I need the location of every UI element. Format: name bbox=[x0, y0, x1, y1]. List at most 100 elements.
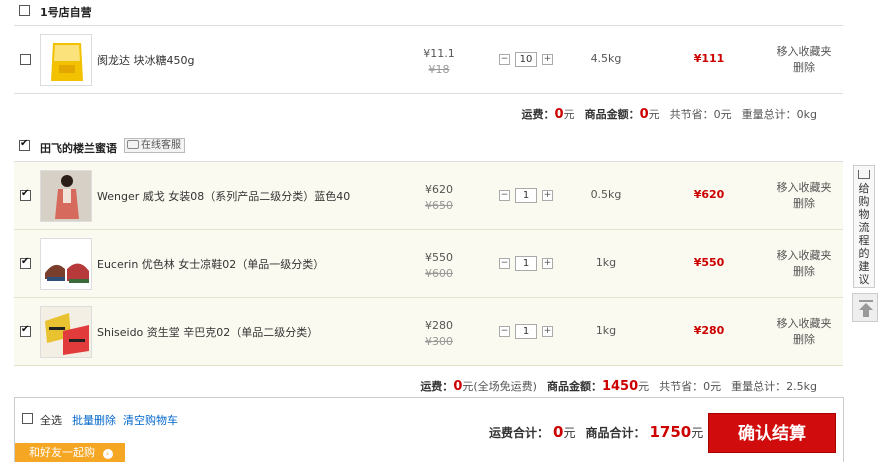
batch-delete-link[interactable]: 批量删除 bbox=[72, 412, 116, 428]
yuan-unit: 元 bbox=[638, 380, 650, 393]
product-name[interactable]: Wenger 威戈 女装08（系列产品二级分类）蓝色40 bbox=[97, 188, 350, 204]
shop-checkbox[interactable] bbox=[19, 138, 30, 151]
shop-title: 1号店自营 bbox=[40, 6, 92, 19]
amount-label: 商品金额： bbox=[546, 380, 602, 393]
freight-total-value: 0 bbox=[553, 423, 564, 441]
delete-link[interactable]: 删除 bbox=[774, 332, 834, 348]
weight-total-label: 重量总计： bbox=[741, 108, 797, 121]
weight-total-value: 0kg bbox=[796, 108, 817, 121]
product-name[interactable]: Shiseido 资生堂 辛巴克02（单品二级分类） bbox=[97, 324, 318, 340]
saved-value: 0元 bbox=[713, 108, 732, 121]
arrow-up-icon bbox=[859, 300, 873, 317]
qty-input[interactable]: 1 bbox=[515, 324, 537, 339]
amount-label: 商品金额： bbox=[584, 108, 640, 121]
qty-minus-button[interactable]: − bbox=[499, 326, 510, 337]
invite-label: 和好友一起购 bbox=[29, 446, 95, 459]
shop-summary: 运费：0元 商品金额：0元 共节省：0元 重量总计：0kg bbox=[522, 106, 817, 122]
product-image[interactable] bbox=[40, 306, 92, 358]
qty-input[interactable]: 1 bbox=[515, 256, 537, 271]
goods-total-label: 商品合计： bbox=[585, 426, 646, 440]
chat-icon bbox=[127, 140, 139, 149]
cart-totals: 运费合计： 0元 商品合计： 1750元 bbox=[489, 423, 703, 441]
cart-row: Shiseido 资生堂 辛巴克02（单品二级分类） ¥280 ¥300 − 1… bbox=[14, 298, 843, 366]
current-price: ¥550 bbox=[425, 251, 453, 264]
move-to-favorites-link[interactable]: 移入收藏夹 bbox=[774, 44, 834, 60]
confirm-checkout-button[interactable]: 确认结算 bbox=[708, 413, 836, 453]
yuan-unit: 元 bbox=[691, 426, 704, 440]
item-ops: 移入收藏夹 删除 bbox=[774, 316, 834, 348]
qty-plus-button[interactable]: + bbox=[542, 190, 553, 201]
item-ops: 移入收藏夹 删除 bbox=[774, 180, 834, 212]
shop-checkbox[interactable] bbox=[19, 5, 30, 16]
freight-total-label: 运费合计： bbox=[489, 426, 550, 440]
goods-total-value: 1750 bbox=[649, 423, 692, 441]
product-name[interactable]: 阂龙达 块冰糖450g bbox=[97, 52, 194, 68]
move-to-favorites-link[interactable]: 移入收藏夹 bbox=[774, 180, 834, 196]
saved-label: 共节省： bbox=[669, 108, 714, 121]
qty-input[interactable]: 1 bbox=[515, 188, 537, 203]
move-to-favorites-link[interactable]: 移入收藏夹 bbox=[774, 248, 834, 264]
amount-value: 0 bbox=[639, 107, 649, 122]
price-block: ¥550 ¥600 bbox=[419, 250, 459, 282]
qty-plus-button[interactable]: + bbox=[542, 258, 553, 269]
weight-total-value: 2.5kg bbox=[786, 380, 817, 393]
cart-row: Eucerin 优色林 女士凉鞋02（单品一级分类） ¥550 ¥600 − 1… bbox=[14, 230, 843, 298]
shop-title: 田飞的楼兰蜜语 bbox=[40, 142, 117, 155]
item-ops: 移入收藏夹 删除 bbox=[774, 44, 834, 76]
amount-value: 1450 bbox=[601, 379, 639, 394]
item-checkbox[interactable] bbox=[20, 324, 31, 337]
current-price: ¥280 bbox=[425, 319, 453, 332]
price-block: ¥11.1 ¥18 bbox=[419, 46, 459, 78]
delete-link[interactable]: 删除 bbox=[774, 264, 834, 280]
back-to-top-button[interactable] bbox=[852, 293, 878, 322]
select-all-checkbox[interactable] bbox=[22, 413, 33, 424]
item-weight: 0.5kg bbox=[590, 188, 622, 201]
freight-label: 运费： bbox=[420, 380, 454, 393]
qty-minus-button[interactable]: − bbox=[499, 54, 510, 65]
qty-plus-button[interactable]: + bbox=[542, 326, 553, 337]
feedback-label: 给购物流程的建议 bbox=[858, 182, 870, 286]
saved-value: 0元 bbox=[703, 380, 722, 393]
weight-total-label: 重量总计： bbox=[731, 380, 787, 393]
yuan-unit: 元 bbox=[648, 108, 660, 121]
clear-cart-link[interactable]: 清空购物车 bbox=[123, 412, 178, 428]
product-image[interactable] bbox=[40, 34, 92, 86]
select-all-label[interactable]: 全选 bbox=[40, 412, 62, 428]
online-service-button[interactable]: 在线客服 bbox=[124, 138, 185, 153]
price-block: ¥620 ¥650 bbox=[419, 182, 459, 214]
feedback-side-tab[interactable]: 给购物流程的建议 bbox=[853, 165, 875, 288]
original-price: ¥18 bbox=[428, 63, 450, 76]
qty-minus-button[interactable]: − bbox=[499, 258, 510, 269]
freight-label: 运费： bbox=[521, 108, 555, 121]
freight-note: (全场免运费) bbox=[473, 380, 537, 393]
product-name[interactable]: Eucerin 优色林 女士凉鞋02（单品一级分类） bbox=[97, 256, 324, 272]
cart-icon bbox=[858, 170, 870, 179]
invite-friends-button[interactable]: 和好友一起购 › bbox=[15, 443, 125, 462]
original-price: ¥650 bbox=[425, 199, 453, 212]
original-price: ¥300 bbox=[425, 335, 453, 348]
delete-link[interactable]: 删除 bbox=[774, 60, 834, 76]
item-subtotal: ¥620 bbox=[693, 188, 725, 201]
qty-minus-button[interactable]: − bbox=[499, 190, 510, 201]
item-checkbox[interactable] bbox=[20, 54, 31, 65]
product-image[interactable] bbox=[40, 238, 92, 290]
delete-link[interactable]: 删除 bbox=[774, 196, 834, 212]
yuan-unit: 元 bbox=[563, 426, 576, 440]
freight-value: 0 bbox=[554, 107, 564, 122]
move-to-favorites-link[interactable]: 移入收藏夹 bbox=[774, 316, 834, 332]
service-label: 在线客服 bbox=[141, 140, 181, 151]
yuan-unit: 元 bbox=[563, 108, 575, 121]
item-subtotal: ¥280 bbox=[693, 324, 725, 337]
shop-summary: 运费：0元(全场免运费) 商品金额：1450元 共节省：0元 重量总计：2.5kg bbox=[420, 378, 817, 394]
qty-plus-button[interactable]: + bbox=[542, 54, 553, 65]
arrow-right-icon: › bbox=[102, 449, 113, 459]
item-checkbox[interactable] bbox=[20, 188, 31, 201]
yuan-unit: 元 bbox=[462, 380, 474, 393]
qty-input[interactable]: 10 bbox=[515, 52, 537, 67]
current-price: ¥11.1 bbox=[423, 47, 455, 60]
item-checkbox[interactable] bbox=[20, 256, 31, 269]
item-ops: 移入收藏夹 删除 bbox=[774, 248, 834, 280]
saved-label: 共节省： bbox=[659, 380, 704, 393]
product-image[interactable] bbox=[40, 170, 92, 222]
item-weight: 1kg bbox=[595, 256, 617, 269]
